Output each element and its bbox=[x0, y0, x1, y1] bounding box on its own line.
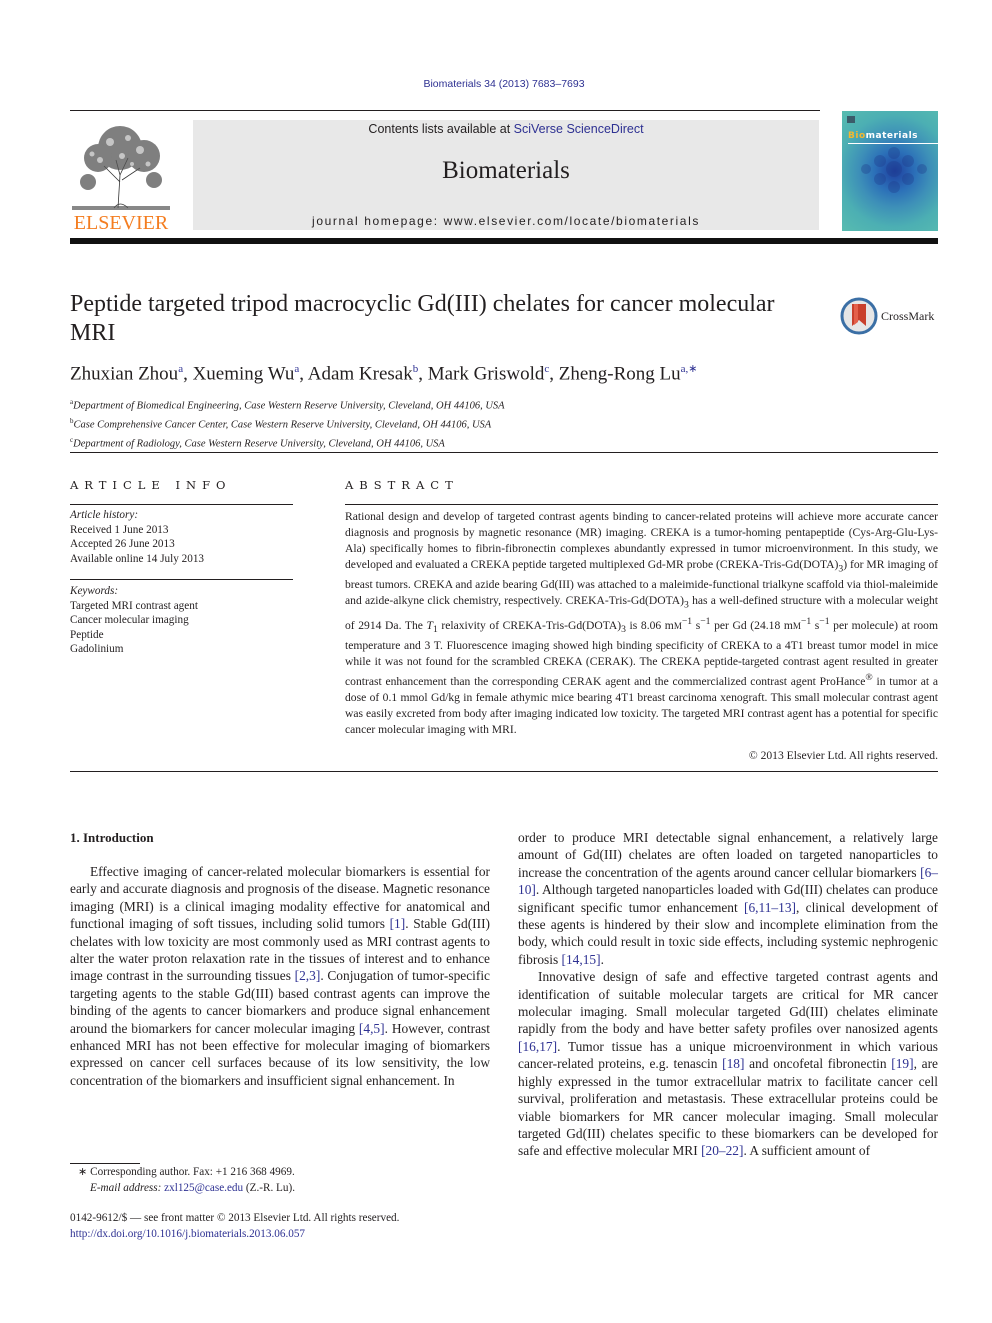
reference-link[interactable]: [16,17] bbox=[518, 1039, 557, 1054]
keywords-label: Keywords: bbox=[70, 585, 119, 597]
doi-link[interactable]: http://dx.doi.org/10.1016/j.biomaterials… bbox=[70, 1227, 399, 1243]
paragraph: Innovative design of safe and effective … bbox=[518, 969, 938, 1159]
author[interactable]: Zheng-Rong Lu bbox=[559, 363, 681, 384]
author-affiliation-mark[interactable]: c bbox=[544, 363, 549, 375]
author[interactable]: Adam Kresak bbox=[308, 363, 413, 384]
affiliations: aDepartment of Biomedical Engineering, C… bbox=[70, 395, 505, 452]
homepage-prefix: journal homepage: bbox=[312, 214, 444, 228]
abstract-bottom-rule bbox=[70, 771, 938, 772]
reference-link[interactable]: [1] bbox=[390, 916, 406, 931]
crossmark-label: CrossMark bbox=[881, 309, 935, 323]
cover-title: Biomaterials bbox=[848, 131, 919, 141]
article-info-rule bbox=[70, 504, 293, 505]
history-label: Article history: bbox=[70, 509, 139, 521]
header-rule bbox=[70, 110, 820, 111]
email-link[interactable]: zxl125@case.edu bbox=[164, 1182, 243, 1194]
reference-link[interactable]: [4,5] bbox=[359, 1021, 385, 1036]
abstract-text: Rational design and develop of targeted … bbox=[345, 510, 938, 736]
journal-cover-image[interactable]: Biomaterials bbox=[842, 111, 938, 231]
article-title: Peptide targeted tripod macrocyclic Gd(I… bbox=[70, 291, 775, 346]
keywords: Keywords: Targeted MRI contrast agent Ca… bbox=[70, 584, 300, 657]
elsevier-wordmark: ELSEVIER bbox=[74, 212, 169, 232]
abstract-heading: ABSTRACT bbox=[345, 478, 459, 492]
keywords-rule bbox=[70, 579, 293, 580]
reference-link[interactable]: [14,15] bbox=[562, 952, 601, 967]
journal-homepage: journal homepage: www.elsevier.com/locat… bbox=[193, 214, 819, 228]
paragraph: order to produce MRI detectable signal e… bbox=[518, 830, 938, 967]
header-thick-rule bbox=[70, 238, 938, 244]
paragraph: Effective imaging of cancer-related mole… bbox=[70, 864, 490, 1088]
elsevier-tree-icon: ELSEVIER bbox=[70, 120, 172, 234]
email-note: E-mail address: zxl125@case.edu (Z.-R. L… bbox=[90, 1181, 296, 1194]
article-history: Article history: Received 1 June 2013 Ac… bbox=[70, 508, 300, 566]
reference-link[interactable]: [2,3] bbox=[295, 968, 321, 983]
introduction-heading: 1. Introduction bbox=[70, 830, 154, 845]
abstract-rule bbox=[345, 504, 938, 505]
keyword: Gadolinium bbox=[70, 643, 124, 655]
journal-masthead: Contents lists available at SciVerse Sci… bbox=[193, 120, 819, 230]
crossmark-button[interactable]: CrossMark bbox=[840, 296, 940, 336]
issn-line: 0142-9612/$ — see front matter © 2013 El… bbox=[70, 1212, 400, 1224]
abstract-copyright: © 2013 Elsevier Ltd. All rights reserved… bbox=[748, 749, 938, 762]
article-info-heading: ARTICLE INFO bbox=[70, 478, 232, 492]
reference-link[interactable]: [18] bbox=[722, 1056, 744, 1071]
author-list: Zhuxian Zhoua, Xueming Wua, Adam Kresakb… bbox=[70, 363, 698, 385]
author[interactable]: Zhuxian Zhou bbox=[70, 363, 178, 384]
reference-link[interactable]: [20–22] bbox=[701, 1143, 743, 1158]
affiliation: cDepartment of Radiology, Case Western R… bbox=[70, 436, 445, 450]
history-item: Available online 14 July 2013 bbox=[70, 552, 205, 565]
corresponding-author-footnote: ∗ Corresponding author. Fax: +1 216 368 … bbox=[70, 1165, 295, 1196]
corresponding-note: ∗ Corresponding author. Fax: +1 216 368 … bbox=[78, 1166, 295, 1178]
history-item: Accepted 26 June 2013 bbox=[70, 538, 175, 550]
body-column-right: order to produce MRI detectable signal e… bbox=[518, 829, 938, 1160]
keyword: Targeted MRI contrast agent bbox=[70, 599, 198, 612]
elsevier-logo[interactable]: ELSEVIER bbox=[70, 120, 172, 234]
section-rule bbox=[70, 452, 938, 453]
sciencedirect-link[interactable]: SciVerse ScienceDirect bbox=[514, 122, 644, 136]
affiliation: bCase Comprehensive Cancer Center, Case … bbox=[70, 417, 492, 431]
keyword: Peptide bbox=[70, 628, 104, 641]
reference-link[interactable]: [19] bbox=[891, 1056, 913, 1071]
author-affiliation-mark[interactable]: a bbox=[294, 363, 299, 375]
history-item: Received 1 June 2013 bbox=[70, 523, 169, 536]
author[interactable]: Mark Griswold bbox=[428, 363, 545, 384]
keyword: Cancer molecular imaging bbox=[70, 614, 189, 626]
journal-citation[interactable]: Biomaterials 34 (2013) 7683–7693 bbox=[0, 78, 992, 90]
author-affiliation-mark[interactable]: b bbox=[413, 363, 419, 375]
author-affiliation-mark[interactable]: a bbox=[178, 363, 183, 375]
reference-link[interactable]: [6,11–13] bbox=[744, 900, 796, 915]
author[interactable]: Xueming Wu bbox=[193, 363, 295, 384]
contents-line: Contents lists available at SciVerse Sci… bbox=[193, 122, 819, 136]
affiliation: aDepartment of Biomedical Engineering, C… bbox=[70, 398, 505, 412]
homepage-link[interactable]: www.elsevier.com/locate/biomaterials bbox=[444, 214, 700, 228]
contents-prefix: Contents lists available at bbox=[368, 122, 514, 136]
body-column-left: Effective imaging of cancer-related mole… bbox=[70, 863, 490, 1089]
author-affiliation-mark[interactable]: a,∗ bbox=[681, 363, 698, 375]
footnote-rule bbox=[70, 1163, 140, 1164]
cover-divider bbox=[848, 143, 938, 144]
crossmark-icon bbox=[840, 297, 878, 335]
cover-pattern-icon bbox=[847, 116, 927, 193]
journal-name: Biomaterials bbox=[442, 157, 570, 184]
issn-doi-block: 0142-9612/$ — see front matter © 2013 El… bbox=[70, 1211, 399, 1242]
